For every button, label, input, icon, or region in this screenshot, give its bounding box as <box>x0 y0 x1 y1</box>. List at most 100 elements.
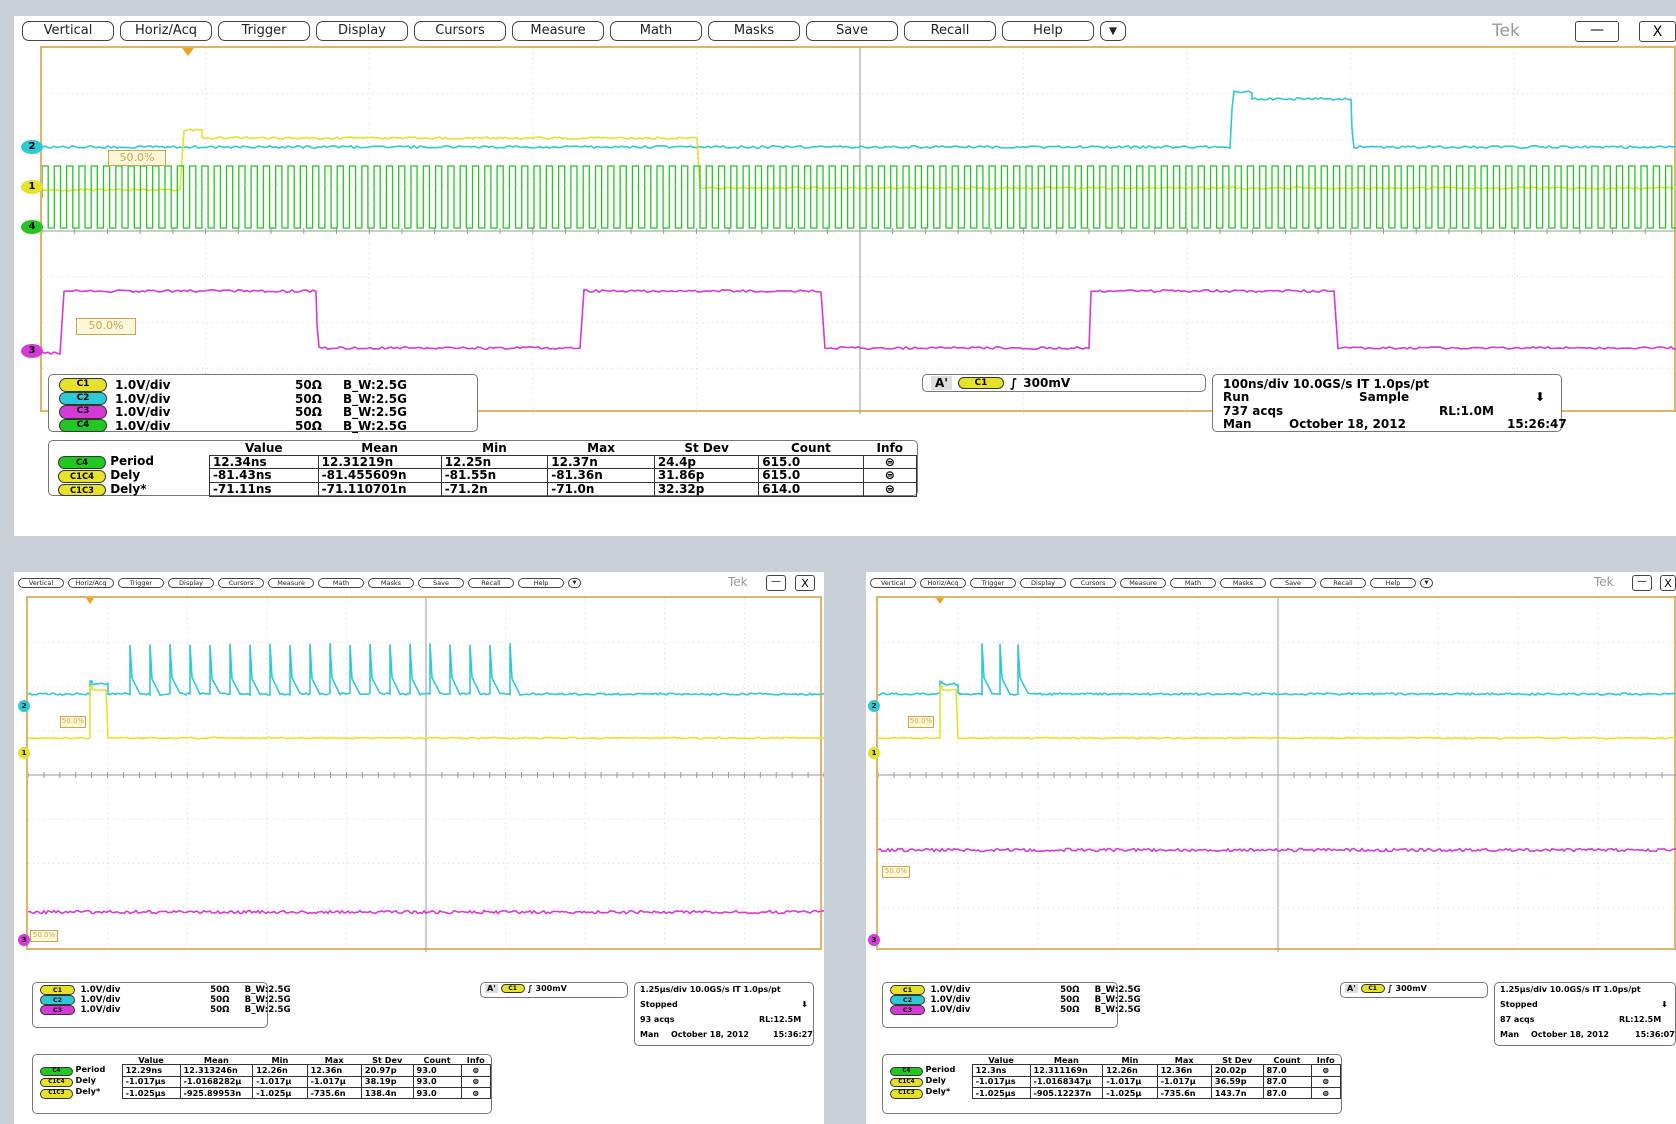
menu-display[interactable]: Display <box>168 578 214 588</box>
graticule[interactable] <box>26 596 822 950</box>
menu-trigger[interactable]: Trigger <box>970 578 1016 588</box>
minimize-button[interactable]: — <box>1632 575 1652 591</box>
channel-1-marker[interactable]: 1 <box>21 180 43 194</box>
single-seq-icon[interactable]: ⬇ <box>1535 390 1545 404</box>
menu-display[interactable]: Display <box>1020 578 1066 588</box>
info-icon[interactable]: ⊜ <box>461 1087 490 1098</box>
channel-row[interactable]: C2 1.0V/div 50Ω B_W:2.5G <box>890 995 1140 1005</box>
close-button[interactable]: X <box>795 575 815 591</box>
menu-vertical[interactable]: Vertical <box>870 578 916 588</box>
menu-masks[interactable]: Masks <box>708 21 800 41</box>
channel-3-marker[interactable]: 3 <box>21 344 43 358</box>
menu-recall[interactable]: Recall <box>1320 578 1366 588</box>
acquisition-readout[interactable]: 1.25μs/div 10.0GS/s IT 1.0ps/pt Stopped … <box>1494 982 1676 1046</box>
menu-trigger[interactable]: Trigger <box>118 578 164 588</box>
acquisition-readout[interactable]: 1.25μs/div 10.0GS/s IT 1.0ps/pt Stopped … <box>634 982 814 1046</box>
menu-cursors[interactable]: Cursors <box>414 21 506 41</box>
channel-4-marker[interactable]: 4 <box>21 220 43 234</box>
channel-row[interactable]: C1 1.0V/div 50Ω B_W:2.5G <box>59 378 407 392</box>
menu-recall[interactable]: Recall <box>904 21 996 41</box>
menu-save[interactable]: Save <box>806 21 898 41</box>
menu-math[interactable]: Math <box>1170 578 1216 588</box>
menu-cursors[interactable]: Cursors <box>1070 578 1116 588</box>
channel-row[interactable]: C1 1.0V/div 50Ω B_W:2.5G <box>40 985 290 995</box>
graticule[interactable] <box>876 596 1676 950</box>
measurement-row[interactable]: C1C4 Dely -1.017μs -1.0168282μ -1.017μ -1.01… <box>37 1076 490 1087</box>
trigger-readout[interactable]: A' C1 ∫ 300mV <box>922 374 1206 392</box>
menu-masks[interactable]: Masks <box>1220 578 1266 588</box>
measurement-table[interactable]: Value Mean Min Max St Dev Count Info C4 Period 1… <box>882 1054 1342 1114</box>
channel-2-marker[interactable]: 2 <box>21 140 43 154</box>
trigger-readout[interactable]: A' C1 ∫ 300mV <box>480 982 628 998</box>
single-seq-icon[interactable]: ⬇ <box>801 1000 808 1009</box>
menu-measure[interactable]: Measure <box>512 21 604 41</box>
info-icon[interactable]: ⊜ <box>1311 1087 1340 1098</box>
measurement-row[interactable]: C4 Period 12.34ns 12.31219n 12.25n 12.37n 24.… <box>55 455 917 469</box>
menu-dropdown-arrow-icon[interactable]: ▼ <box>568 578 581 588</box>
info-icon[interactable]: ⊜ <box>863 455 916 469</box>
measurement-row[interactable]: C1C4 Dely -81.43ns -81.455609n -81.55n -81.3… <box>55 469 917 483</box>
measurement-name: Dely <box>76 1075 96 1085</box>
menu-display[interactable]: Display <box>316 21 408 41</box>
menu-save[interactable]: Save <box>1270 578 1316 588</box>
channel-row[interactable]: C3 1.0V/div 50Ω B_W:2.5G <box>59 405 407 419</box>
info-icon[interactable]: ⊜ <box>1311 1076 1340 1087</box>
measurement-source-pill: C1C3 <box>40 1089 73 1098</box>
menu-measure[interactable]: Measure <box>268 578 314 588</box>
menu-math[interactable]: Math <box>318 578 364 588</box>
channel-settings-panel[interactable]: C1 1.0V/div 50Ω B_W:2.5G C2 1.0V/div 50Ω B_W:2.… <box>32 982 268 1028</box>
menu-help[interactable]: Help <box>1002 21 1094 41</box>
info-icon[interactable]: ⊜ <box>863 483 916 497</box>
channel-3-marker[interactable]: 3 <box>18 934 30 946</box>
info-icon[interactable]: ⊜ <box>461 1065 490 1076</box>
measurement-row[interactable]: C4 Period 12.29ns 12.313246n 12.26n 12.36n 20… <box>37 1065 490 1076</box>
channel-row[interactable]: C4 1.0V/div 50Ω B_W:2.5G <box>59 419 407 433</box>
menu-horiz-acq[interactable]: Horiz/Acq <box>120 21 212 41</box>
menu-dropdown-arrow-icon[interactable]: ▼ <box>1100 21 1126 41</box>
menu-horiz-acq[interactable]: Horiz/Acq <box>920 578 966 588</box>
measurement-table[interactable]: Value Mean Min Max St Dev Count Info C4 Period 1… <box>48 440 918 496</box>
trigger-readout[interactable]: A' C1 ∫ 300mV <box>1340 982 1488 998</box>
menu-help[interactable]: Help <box>1370 578 1416 588</box>
channel-1-marker[interactable]: 1 <box>868 747 880 759</box>
menu-save[interactable]: Save <box>418 578 464 588</box>
measurement-row[interactable]: C4 Period 12.3ns 12.311169n 12.26n 12.36n 20.… <box>887 1065 1340 1076</box>
channel-2-marker[interactable]: 2 <box>868 700 880 712</box>
measurement-row[interactable]: C1C4 Dely -1.017μs -1.0168347μ -1.017μ -1.01… <box>887 1076 1340 1087</box>
menu-measure[interactable]: Measure <box>1120 578 1166 588</box>
menu-vertical[interactable]: Vertical <box>22 21 114 41</box>
graticule[interactable] <box>40 46 1676 412</box>
menu-help[interactable]: Help <box>518 578 564 588</box>
menu-math[interactable]: Math <box>610 21 702 41</box>
channel-settings-panel[interactable]: C1 1.0V/div 50Ω B_W:2.5G C2 1.0V/div 50Ω B_W:2.… <box>882 982 1118 1028</box>
measurement-row[interactable]: C1C3 Dely* -1.025μs -925.89953n -1.025μ -735… <box>37 1087 490 1098</box>
menu-horiz-acq[interactable]: Horiz/Acq <box>68 578 114 588</box>
channel-3-marker[interactable]: 3 <box>868 934 880 946</box>
close-button[interactable]: X <box>1660 575 1676 591</box>
channel-1-marker[interactable]: 1 <box>18 747 30 759</box>
info-icon[interactable]: ⊜ <box>461 1076 490 1087</box>
channel-row[interactable]: C2 1.0V/div 50Ω B_W:2.5G <box>40 995 290 1005</box>
minimize-button[interactable]: — <box>1575 21 1619 42</box>
measurement-row[interactable]: C1C3 Dely* -71.11ns -71.110701n -71.2n -71.0… <box>55 483 917 497</box>
single-seq-icon[interactable]: ⬇ <box>1661 1000 1668 1009</box>
channel-row[interactable]: C2 1.0V/div 50Ω B_W:2.5G <box>59 392 407 406</box>
channel-2-marker[interactable]: 2 <box>18 700 30 712</box>
menu-recall[interactable]: Recall <box>468 578 514 588</box>
menu-trigger[interactable]: Trigger <box>218 21 310 41</box>
channel-row[interactable]: C3 1.0V/div 50Ω B_W:2.5G <box>40 1005 290 1015</box>
channel-row[interactable]: C1 1.0V/div 50Ω B_W:2.5G <box>890 985 1140 995</box>
measurement-row[interactable]: C1C3 Dely* -1.025μs -905.12237n -1.025μ -735… <box>887 1087 1340 1098</box>
menu-dropdown-arrow-icon[interactable]: ▼ <box>1420 578 1433 588</box>
channel-row[interactable]: C3 1.0V/div 50Ω B_W:2.5G <box>890 1005 1140 1015</box>
acquisition-readout[interactable]: 100ns/div 10.0GS/s IT 1.0ps/pt Run Sampl… <box>1212 374 1562 432</box>
close-button[interactable]: X <box>1639 21 1676 42</box>
channel-settings-panel[interactable]: C1 1.0V/div 50Ω B_W:2.5G C2 1.0V/div 50Ω B_W:2.… <box>48 374 478 432</box>
minimize-button[interactable]: — <box>766 575 786 591</box>
menu-masks[interactable]: Masks <box>368 578 414 588</box>
measurement-table[interactable]: Value Mean Min Max St Dev Count Info C4 Period 1… <box>32 1054 492 1114</box>
menu-vertical[interactable]: Vertical <box>18 578 64 588</box>
menu-cursors[interactable]: Cursors <box>218 578 264 588</box>
info-icon[interactable]: ⊜ <box>1311 1065 1340 1076</box>
info-icon[interactable]: ⊜ <box>863 469 916 483</box>
